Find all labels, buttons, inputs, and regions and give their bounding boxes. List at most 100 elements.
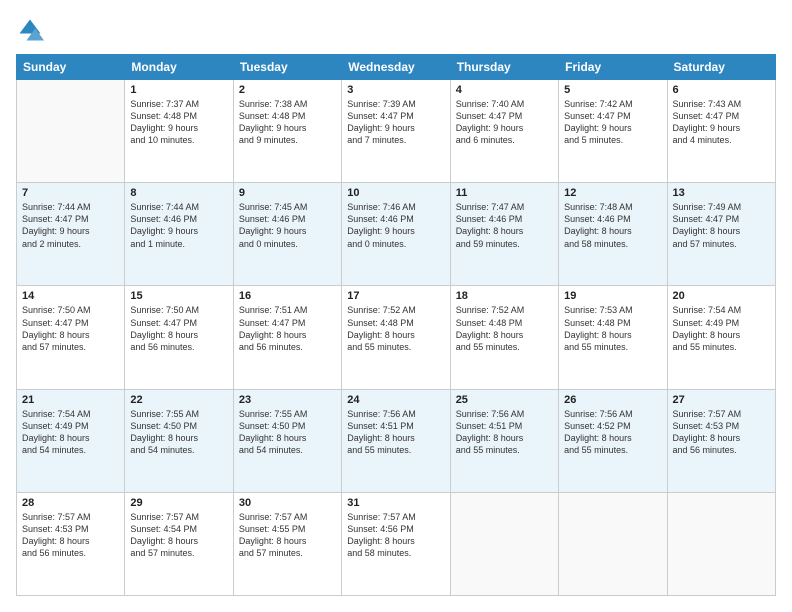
day-number: 13 <box>673 187 770 199</box>
day-number: 11 <box>456 187 553 199</box>
day-number: 12 <box>564 187 661 199</box>
day-cell <box>667 492 775 595</box>
day-cell: 20Sunrise: 7:54 AM Sunset: 4:49 PM Dayli… <box>667 286 775 389</box>
day-number: 22 <box>130 394 227 406</box>
logo <box>16 16 48 44</box>
day-info: Sunrise: 7:46 AM Sunset: 4:46 PM Dayligh… <box>347 201 444 250</box>
day-number: 6 <box>673 84 770 96</box>
logo-icon <box>16 16 44 44</box>
day-number: 14 <box>22 290 119 302</box>
day-cell: 15 Sunrise: 7:50 AM Sunset: 4:47 PM Dayli… <box>125 286 233 389</box>
day-info: Sunrise: 7:50 AM Sunset: 4:47 PM Dayligh… <box>22 304 119 353</box>
day-info: Sunrise: 7:39 AM Sunset: 4:47 PM Dayligh… <box>347 98 444 147</box>
weekday-saturday: Saturday <box>667 55 775 80</box>
day-cell: 11 Sunrise: 7:47 AM Sunset: 4:46 PM Dayli… <box>450 183 558 286</box>
day-number: 24 <box>347 394 444 406</box>
weekday-wednesday: Wednesday <box>342 55 450 80</box>
day-number: 10 <box>347 187 444 199</box>
day-cell: 21Sunrise: 7:54 AM Sunset: 4:49 PM Dayli… <box>17 389 125 492</box>
week-row-1: 1 Sunrise: 7:37 AM Sunset: 4:48 PM Daylig… <box>17 80 776 183</box>
day-cell: 29 Sunrise: 7:57 AM Sunset: 4:54 PM Dayli… <box>125 492 233 595</box>
day-cell: 22 Sunrise: 7:55 AM Sunset: 4:50 PM Dayli… <box>125 389 233 492</box>
weekday-monday: Monday <box>125 55 233 80</box>
day-cell <box>450 492 558 595</box>
page: SundayMondayTuesdayWednesdayThursdayFrid… <box>0 0 792 612</box>
day-info: Sunrise: 7:55 AM Sunset: 4:50 PM Dayligh… <box>239 408 336 457</box>
day-info: Sunrise: 7:48 AM Sunset: 4:46 PM Dayligh… <box>564 201 661 250</box>
weekday-header-row: SundayMondayTuesdayWednesdayThursdayFrid… <box>17 55 776 80</box>
day-cell: 30 Sunrise: 7:57 AM Sunset: 4:55 PM Dayli… <box>233 492 341 595</box>
day-number: 31 <box>347 497 444 509</box>
day-info: Sunrise: 7:52 AM Sunset: 4:48 PM Dayligh… <box>456 304 553 353</box>
day-number: 17 <box>347 290 444 302</box>
day-number: 28 <box>22 497 119 509</box>
day-info: Sunrise: 7:38 AM Sunset: 4:48 PM Dayligh… <box>239 98 336 147</box>
header <box>16 16 776 44</box>
week-row-5: 28 Sunrise: 7:57 AM Sunset: 4:53 PM Dayli… <box>17 492 776 595</box>
day-cell: 10 Sunrise: 7:46 AM Sunset: 4:46 PM Dayli… <box>342 183 450 286</box>
day-number: 9 <box>239 187 336 199</box>
day-cell: 25Sunrise: 7:56 AM Sunset: 4:51 PM Dayli… <box>450 389 558 492</box>
day-number: 1 <box>130 84 227 96</box>
day-cell: 24 Sunrise: 7:56 AM Sunset: 4:51 PM Dayli… <box>342 389 450 492</box>
day-info: Sunrise: 7:47 AM Sunset: 4:46 PM Dayligh… <box>456 201 553 250</box>
day-number: 3 <box>347 84 444 96</box>
day-cell: 14 Sunrise: 7:50 AM Sunset: 4:47 PM Dayli… <box>17 286 125 389</box>
day-info: Sunrise: 7:37 AM Sunset: 4:48 PM Dayligh… <box>130 98 227 147</box>
day-number: 8 <box>130 187 227 199</box>
day-info: Sunrise: 7:40 AM Sunset: 4:47 PM Dayligh… <box>456 98 553 147</box>
day-cell: 7Sunrise: 7:44 AM Sunset: 4:47 PM Daylig… <box>17 183 125 286</box>
day-cell: 4 Sunrise: 7:40 AM Sunset: 4:47 PM Daylig… <box>450 80 558 183</box>
day-number: 15 <box>130 290 227 302</box>
day-number: 19 <box>564 290 661 302</box>
day-info: Sunrise: 7:57 AM Sunset: 4:53 PM Dayligh… <box>673 408 770 457</box>
day-number: 18 <box>456 290 553 302</box>
day-cell: 27Sunrise: 7:57 AM Sunset: 4:53 PM Dayli… <box>667 389 775 492</box>
calendar: SundayMondayTuesdayWednesdayThursdayFrid… <box>16 54 776 596</box>
weekday-thursday: Thursday <box>450 55 558 80</box>
day-cell: 12 Sunrise: 7:48 AM Sunset: 4:46 PM Dayli… <box>559 183 667 286</box>
day-cell: 13 Sunrise: 7:49 AM Sunset: 4:47 PM Dayli… <box>667 183 775 286</box>
day-info: Sunrise: 7:53 AM Sunset: 4:48 PM Dayligh… <box>564 304 661 353</box>
day-number: 16 <box>239 290 336 302</box>
day-info: Sunrise: 7:54 AM Sunset: 4:49 PM Dayligh… <box>22 408 119 457</box>
day-info: Sunrise: 7:54 AM Sunset: 4:49 PM Dayligh… <box>673 304 770 353</box>
day-number: 26 <box>564 394 661 406</box>
day-info: Sunrise: 7:57 AM Sunset: 4:54 PM Dayligh… <box>130 511 227 560</box>
day-number: 23 <box>239 394 336 406</box>
day-info: Sunrise: 7:55 AM Sunset: 4:50 PM Dayligh… <box>130 408 227 457</box>
day-cell: 31Sunrise: 7:57 AM Sunset: 4:56 PM Dayli… <box>342 492 450 595</box>
day-cell <box>559 492 667 595</box>
day-cell: 6 Sunrise: 7:43 AM Sunset: 4:47 PM Daylig… <box>667 80 775 183</box>
day-info: Sunrise: 7:45 AM Sunset: 4:46 PM Dayligh… <box>239 201 336 250</box>
day-info: Sunrise: 7:57 AM Sunset: 4:53 PM Dayligh… <box>22 511 119 560</box>
day-info: Sunrise: 7:56 AM Sunset: 4:51 PM Dayligh… <box>456 408 553 457</box>
day-number: 2 <box>239 84 336 96</box>
day-info: Sunrise: 7:56 AM Sunset: 4:51 PM Dayligh… <box>347 408 444 457</box>
day-info: Sunrise: 7:43 AM Sunset: 4:47 PM Dayligh… <box>673 98 770 147</box>
day-cell: 9 Sunrise: 7:45 AM Sunset: 4:46 PM Daylig… <box>233 183 341 286</box>
day-info: Sunrise: 7:57 AM Sunset: 4:55 PM Dayligh… <box>239 511 336 560</box>
day-cell: 17Sunrise: 7:52 AM Sunset: 4:48 PM Dayli… <box>342 286 450 389</box>
day-number: 29 <box>130 497 227 509</box>
day-cell: 19 Sunrise: 7:53 AM Sunset: 4:48 PM Dayli… <box>559 286 667 389</box>
day-info: Sunrise: 7:56 AM Sunset: 4:52 PM Dayligh… <box>564 408 661 457</box>
weekday-tuesday: Tuesday <box>233 55 341 80</box>
weekday-sunday: Sunday <box>17 55 125 80</box>
day-info: Sunrise: 7:49 AM Sunset: 4:47 PM Dayligh… <box>673 201 770 250</box>
day-number: 4 <box>456 84 553 96</box>
day-number: 5 <box>564 84 661 96</box>
day-info: Sunrise: 7:50 AM Sunset: 4:47 PM Dayligh… <box>130 304 227 353</box>
day-info: Sunrise: 7:44 AM Sunset: 4:47 PM Dayligh… <box>22 201 119 250</box>
day-cell: 1 Sunrise: 7:37 AM Sunset: 4:48 PM Daylig… <box>125 80 233 183</box>
day-cell: 16 Sunrise: 7:51 AM Sunset: 4:47 PM Dayli… <box>233 286 341 389</box>
day-cell: 5Sunrise: 7:42 AM Sunset: 4:47 PM Daylig… <box>559 80 667 183</box>
day-number: 30 <box>239 497 336 509</box>
day-cell: 8Sunrise: 7:44 AM Sunset: 4:46 PM Daylig… <box>125 183 233 286</box>
day-cell: 2 Sunrise: 7:38 AM Sunset: 4:48 PM Daylig… <box>233 80 341 183</box>
day-info: Sunrise: 7:51 AM Sunset: 4:47 PM Dayligh… <box>239 304 336 353</box>
day-cell: 3 Sunrise: 7:39 AM Sunset: 4:47 PM Daylig… <box>342 80 450 183</box>
week-row-4: 21Sunrise: 7:54 AM Sunset: 4:49 PM Dayli… <box>17 389 776 492</box>
day-cell <box>17 80 125 183</box>
day-cell: 18 Sunrise: 7:52 AM Sunset: 4:48 PM Dayli… <box>450 286 558 389</box>
